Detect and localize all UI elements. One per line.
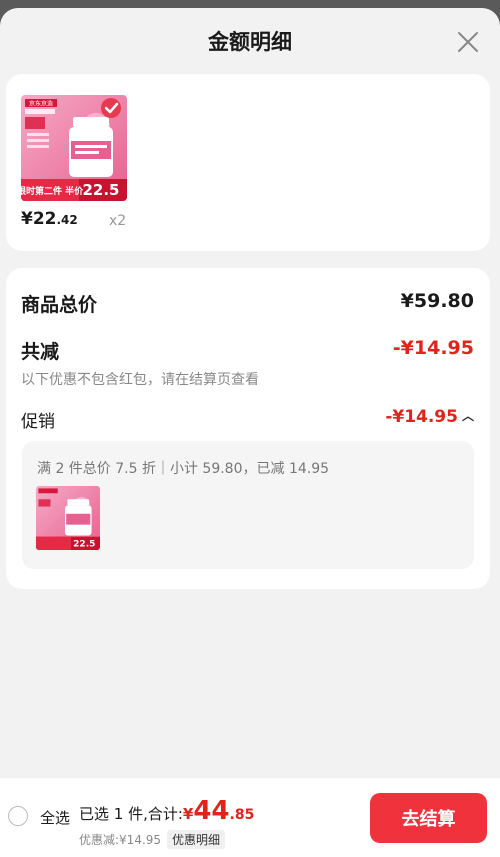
checkout-bar: 全选 已选 1 件,合计:¥44.85 优惠减:¥14.95 优惠明细 去结算 (0, 778, 500, 857)
product-price-dec: .42 (56, 213, 78, 227)
total-amount: ¥44.85 (182, 796, 255, 826)
product-quantity: x2 (109, 213, 127, 229)
promotion-promo-price-text: 22.5 (73, 539, 95, 549)
promotion-label: 促销 (21, 412, 55, 432)
reduce-label: 共减 (21, 341, 60, 363)
discount-line: 优惠减:¥14.95 优惠明细 (79, 830, 226, 849)
promotion-detail-box: 满 2 件总价 7.5 折｜小计 59.80，已减 14.95 22.5 (22, 441, 474, 569)
product-image: 京东京造 限时第二件 半价 22.5 (21, 95, 127, 201)
checkout-button[interactable]: 去结算 (370, 793, 487, 843)
product-thumbnail[interactable]: 京东京造 限时第二件 半价 22.5 (21, 95, 127, 201)
product-price: ¥22.42 (21, 209, 78, 229)
discount-note: 以下优惠不包含红包，请在结算页查看 (21, 372, 259, 388)
total-amount-dec: .85 (229, 807, 255, 823)
sheet-title: 金额明细 (208, 30, 292, 54)
promotion-value: -¥14.95 (385, 407, 458, 427)
promotion-toggle[interactable]: -¥14.95 ︿ (385, 407, 474, 427)
promotion-product-thumbnail[interactable]: 22.5 (36, 486, 100, 550)
product-card: 京东京造 限时第二件 半价 22.5 ¥22.42 x2 (6, 74, 490, 251)
reduce-value: -¥14.95 (392, 337, 474, 359)
chevron-up-icon: ︿ (461, 409, 474, 423)
promo-price-text: 22.5 (82, 181, 119, 199)
total-price-value: ¥59.80 (400, 290, 474, 312)
total-price-label: 商品总价 (21, 294, 98, 316)
product-price-int: ¥22 (21, 209, 57, 229)
promotion-description: 满 2 件总价 7.5 折｜小计 59.80，已减 14.95 (37, 461, 330, 477)
promotion-product-image: 22.5 (36, 486, 100, 550)
total-currency: ¥ (182, 805, 194, 823)
select-all-label[interactable]: 全选 (40, 807, 70, 828)
select-all-checkbox[interactable] (8, 806, 28, 826)
promo-tag-text: 限时第二件 半价 (21, 185, 84, 197)
store-badge-text: 京东京造 (29, 100, 53, 108)
selected-count-text: 已选 1 件,合计: (79, 805, 183, 823)
discount-text: 优惠减:¥14.95 (79, 833, 162, 847)
selection-summary: 已选 1 件,合计:¥44.85 (79, 796, 254, 826)
price-breakdown-card: 商品总价 ¥59.80 共减 -¥14.95 以下优惠不包含红包，请在结算页查看… (6, 268, 490, 589)
amount-detail-sheet: 金额明细 京东京造 限时第二件 半价 22.5 ¥22.42 x2 商品总价 ¥… (0, 8, 500, 857)
discount-detail-button[interactable]: 优惠明细 (167, 830, 226, 849)
sheet-header: 金额明细 (0, 8, 500, 74)
total-amount-int: 44 (193, 796, 230, 826)
close-icon[interactable] (456, 30, 480, 54)
